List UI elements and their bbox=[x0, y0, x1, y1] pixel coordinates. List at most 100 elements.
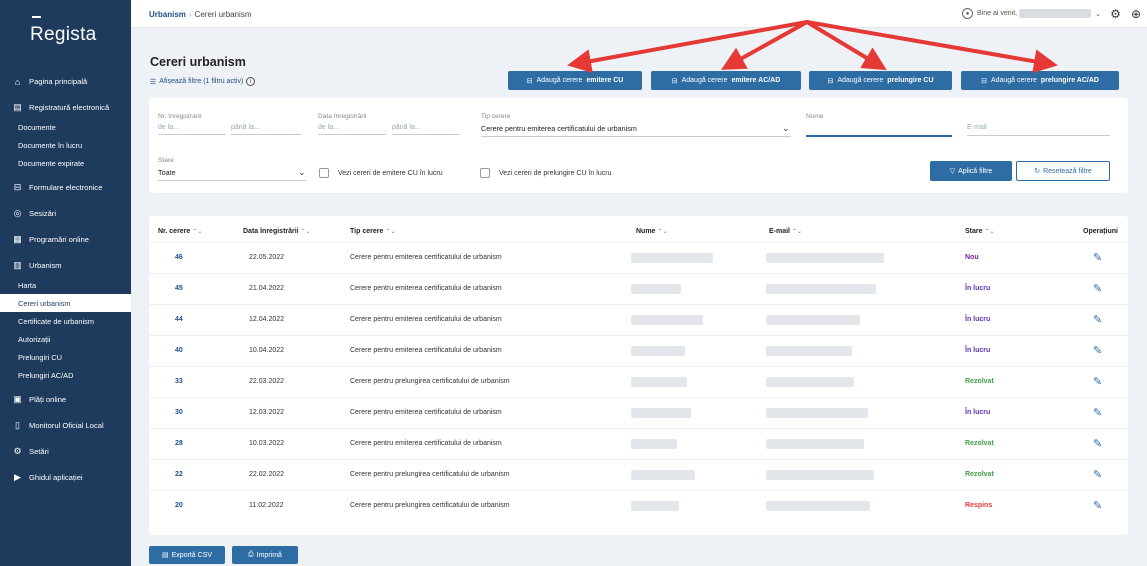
column-header-date[interactable]: Data înregistrării ⌃⌄ bbox=[243, 228, 311, 235]
request-type: Cerere pentru prelungirea certificatului… bbox=[350, 471, 510, 478]
table-row[interactable]: 46 22.05.2022 Cerere pentru emiterea certi… bbox=[149, 242, 1128, 273]
print-button[interactable]: ⎙ Imprimă bbox=[232, 546, 298, 564]
edit-pencil-icon[interactable]: ✎ bbox=[1093, 499, 1102, 512]
request-type: Cerere pentru emiterea certificatului de… bbox=[350, 347, 502, 354]
edit-pencil-icon[interactable]: ✎ bbox=[1093, 313, 1102, 326]
chevron-down-icon[interactable]: ⌄ bbox=[298, 167, 306, 178]
column-header-type[interactable]: Tip cerere ⌃⌄ bbox=[350, 228, 395, 235]
table-row[interactable]: 33 22.03.2022 Cerere pentru prelungirea ce… bbox=[149, 366, 1128, 397]
nr-filter-label: Nr. înregistrare bbox=[158, 113, 202, 120]
edit-pencil-icon[interactable]: ✎ bbox=[1093, 344, 1102, 357]
annotation-arrow bbox=[805, 20, 1058, 74]
request-number[interactable]: 30 bbox=[175, 409, 183, 416]
sidebar-item-payments[interactable]: ▣ Plăți online bbox=[0, 389, 131, 410]
request-number[interactable]: 22 bbox=[175, 471, 183, 478]
column-header-label: E-mail bbox=[769, 228, 791, 235]
sidebar-nav: ⌂ Pagina principală ▤ Registratură electro… bbox=[0, 66, 131, 488]
table-row[interactable]: 45 21.04.2022 Cerere pentru emiterea certi… bbox=[149, 273, 1128, 304]
sidebar-item-label: Sesizări bbox=[29, 209, 57, 218]
sidebar-item-settings[interactable]: ⚙ Setări bbox=[0, 441, 131, 462]
table-row[interactable]: 22 22.02.2022 Cerere pentru prelungirea ce… bbox=[149, 459, 1128, 490]
export-csv-button[interactable]: ▤ Exportă CSV bbox=[149, 546, 225, 564]
status-badge: În lucru bbox=[965, 409, 991, 416]
edit-pencil-icon[interactable]: ✎ bbox=[1093, 437, 1102, 450]
table-row[interactable]: 28 10.03.2022 Cerere pentru emiterea certi… bbox=[149, 428, 1128, 459]
table-row[interactable]: 40 10.04.2022 Cerere pentru emiterea certi… bbox=[149, 335, 1128, 366]
add-extension-cu-button[interactable]: ⊟ Adaugă cerere prelungire CU bbox=[809, 71, 952, 90]
edit-pencil-icon[interactable]: ✎ bbox=[1093, 406, 1102, 419]
column-header-name[interactable]: Nume ⌃⌄ bbox=[636, 228, 668, 235]
building-icon: ▥ bbox=[13, 260, 22, 270]
sidebar-item-official-monitor[interactable]: ▯ Monitorul Oficial Local bbox=[0, 415, 131, 436]
nr-to-input[interactable]: până la... bbox=[231, 124, 260, 131]
edit-pencil-icon[interactable]: ✎ bbox=[1093, 251, 1102, 264]
sidebar-item-guide[interactable]: ▶ Ghidul aplicației bbox=[0, 467, 131, 488]
in-progress-extension-checkbox[interactable] bbox=[480, 168, 490, 178]
table-row[interactable]: 30 12.03.2022 Cerere pentru emiterea certi… bbox=[149, 397, 1128, 428]
request-number[interactable]: 45 bbox=[175, 285, 183, 292]
refresh-icon: ↻ bbox=[1034, 168, 1041, 175]
column-header-email[interactable]: E-mail ⌃⌄ bbox=[769, 228, 802, 235]
sidebar-item-reports[interactable]: ◎ Sesizări bbox=[0, 203, 131, 224]
name-redacted bbox=[631, 501, 679, 511]
request-number[interactable]: 33 bbox=[175, 378, 183, 385]
add-extension-ac-ad-button[interactable]: ⊟ Adaugă cerere prelungire AC/AD bbox=[961, 71, 1119, 90]
nr-from-input[interactable]: de la... bbox=[158, 124, 179, 131]
sidebar-item-forms[interactable]: ⊟ Formulare electronice bbox=[0, 177, 131, 198]
type-select[interactable]: Cerere pentru emiterea certificatului de… bbox=[481, 124, 637, 133]
edit-pencil-icon[interactable]: ✎ bbox=[1093, 282, 1102, 295]
sidebar-item-home[interactable]: ⌂ Pagina principală bbox=[0, 71, 131, 92]
apply-filters-button[interactable]: ▽ Aplică filtre bbox=[930, 161, 1012, 181]
sidebar-item-urbanism-requests[interactable]: Cereri urbanism bbox=[0, 294, 131, 312]
reset-filters-button[interactable]: ↻ Resetează filtre bbox=[1016, 161, 1110, 181]
app-logo[interactable]: Regista bbox=[30, 24, 97, 46]
status-select[interactable]: Toate bbox=[158, 168, 176, 177]
request-number[interactable]: 44 bbox=[175, 316, 183, 323]
info-icon[interactable]: i bbox=[246, 77, 256, 86]
edit-pencil-icon[interactable]: ✎ bbox=[1093, 375, 1102, 388]
column-header-status[interactable]: Stare ⌃⌄ bbox=[965, 228, 995, 235]
date-to-input[interactable]: până la... bbox=[392, 124, 421, 131]
breadcrumb-root[interactable]: Urbanism bbox=[149, 10, 186, 19]
help-lifebuoy-icon[interactable]: ⊕ bbox=[1131, 7, 1141, 21]
sidebar-item-certificates[interactable]: Certificate de urbanism bbox=[0, 312, 131, 330]
in-progress-cu-checkbox[interactable] bbox=[319, 168, 329, 178]
date-from-input[interactable]: de la... bbox=[318, 124, 339, 131]
table-row[interactable]: 44 12.04.2022 Cerere pentru emiterea certi… bbox=[149, 304, 1128, 335]
name-redacted bbox=[631, 284, 681, 294]
button-label: Resetează filtre bbox=[1043, 167, 1092, 175]
document-icon: ▤ bbox=[13, 102, 22, 112]
sidebar-item-label: Formulare electronice bbox=[29, 183, 103, 192]
breadcrumb-separator: › bbox=[188, 10, 192, 19]
request-number[interactable]: 28 bbox=[175, 440, 183, 447]
name-input[interactable] bbox=[806, 135, 952, 137]
table-row[interactable]: 20 11.02.2022 Cerere pentru prelungirea ce… bbox=[149, 490, 1128, 521]
request-number[interactable]: 20 bbox=[175, 502, 183, 509]
email-redacted bbox=[766, 377, 854, 387]
sidebar-item-map[interactable]: Harta bbox=[0, 276, 131, 294]
email-input[interactable]: E-mail bbox=[967, 124, 987, 131]
sidebar-item-urbanism[interactable]: ▥ Urbanism bbox=[0, 255, 131, 276]
column-header-nr[interactable]: Nr. cerere ⌃⌄ bbox=[158, 228, 202, 235]
status-badge: În lucru bbox=[965, 347, 991, 354]
column-header-label: Tip cerere bbox=[350, 228, 384, 235]
filter-toggle[interactable]: ☰ Afișează filtre (1 filtru activ) i bbox=[150, 77, 256, 86]
edit-pencil-icon[interactable]: ✎ bbox=[1093, 468, 1102, 481]
name-filter-label: Nume bbox=[806, 113, 824, 120]
registration-date: 21.04.2022 bbox=[249, 285, 285, 292]
sidebar-item-documents[interactable]: Documente bbox=[0, 118, 131, 136]
add-request-ac-ad-button[interactable]: ⊟ Adaugă cerere emitere AC/AD bbox=[651, 71, 801, 90]
sidebar-item-documents-in-progress[interactable]: Documente în lucru bbox=[0, 136, 131, 154]
gear-icon[interactable]: ⚙ bbox=[1110, 7, 1121, 21]
sidebar-item-registry[interactable]: ▤ Registratură electronică bbox=[0, 97, 131, 118]
sidebar-item-extensions-ac[interactable]: Prelungiri AC/AD bbox=[0, 366, 131, 384]
sidebar-item-documents-expired[interactable]: Documente expirate bbox=[0, 154, 131, 172]
sidebar-item-extensions-cu[interactable]: Prelungiri CU bbox=[0, 348, 131, 366]
sidebar-item-appointments[interactable]: ▦ Programări online bbox=[0, 229, 131, 250]
sidebar-item-authorizations[interactable]: Autorizații bbox=[0, 330, 131, 348]
request-number[interactable]: 40 bbox=[175, 347, 183, 354]
user-menu[interactable]: ● Bine ai venit, ⌄ bbox=[962, 8, 1101, 19]
add-request-cu-button[interactable]: ⊟ Adaugă cerere emitere CU bbox=[508, 71, 642, 90]
chevron-down-icon[interactable]: ⌄ bbox=[782, 123, 790, 134]
request-number[interactable]: 46 bbox=[175, 254, 183, 261]
